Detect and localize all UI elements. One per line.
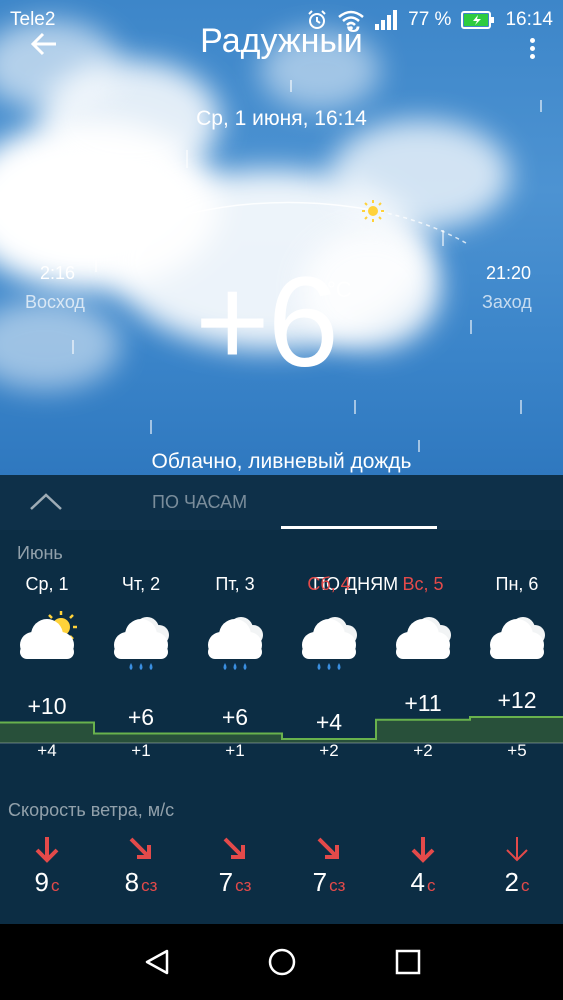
wind-speed: 9 — [34, 867, 49, 897]
day-column[interactable]: Чт, 2 — [94, 574, 188, 680]
rain-streak — [72, 340, 74, 354]
low-temperature: +4 — [37, 741, 57, 760]
wind-speed-label: Скорость ветра, м/с — [8, 800, 175, 820]
tab-hourly[interactable]: ПО ЧАСАМ — [152, 492, 247, 513]
day-name: Вс, 5 — [402, 574, 444, 594]
wind-direction: с — [426, 876, 436, 895]
wind-item: 8 сз — [94, 835, 188, 898]
high-temperature: +10 — [27, 692, 67, 719]
wind-direction-arrow-icon — [282, 835, 376, 863]
wind-item: 7 сз — [282, 835, 376, 898]
forecast-panel: ПО ЧАСАМ ПО ДНЯМ Июнь Ср, 1 Чт, 2 Пт, 3 … — [0, 475, 563, 924]
high-temperature: +4 — [315, 709, 343, 735]
cloud-bg — [0, 300, 120, 390]
temperature-band-segment — [0, 722, 94, 743]
wind-forecast-row: 9 с 8 сз 7 сз 7 сз 4 с 2 с — [0, 835, 563, 905]
cloud-rain-icon — [94, 605, 188, 680]
cloud-rain-icon — [282, 605, 376, 680]
temperature-band-segment — [470, 717, 563, 743]
temperature-band-segment — [376, 719, 470, 743]
nav-recents-icon[interactable] — [394, 948, 422, 976]
weather-header: Tele2 77 % 16:14 Радужный Ср, 1 июня, 16… — [0, 0, 563, 475]
cloud-rain-icon — [188, 605, 282, 680]
wind-direction: сз — [329, 876, 346, 895]
day-name: Сб, 4 — [307, 574, 351, 594]
wind-direction: сз — [141, 876, 158, 895]
day-name: Чт, 2 — [121, 574, 161, 594]
sunrise-time: 2:16 — [40, 263, 76, 283]
wind-speed-value: 4с — [376, 867, 470, 898]
low-temperature: +5 — [507, 741, 527, 760]
navigation-bar — [0, 924, 563, 1000]
wind-speed: 7 — [312, 867, 328, 897]
wind-item: 2с — [470, 835, 563, 898]
high-temperature: +12 — [497, 687, 537, 713]
high-temperature: +6 — [127, 703, 155, 730]
day-column[interactable]: Пн, 6 — [470, 574, 563, 680]
sun-path-arc — [103, 201, 467, 244]
day-column[interactable]: Вс, 5 — [376, 574, 470, 680]
wind-direction-arrow-icon — [94, 835, 188, 863]
wind-speed: 2 — [504, 867, 519, 897]
wind-speed-value: 9с — [0, 867, 94, 898]
wind-item: 4с — [376, 835, 470, 898]
day-name: Пн, 6 — [495, 574, 539, 594]
wind-direction: с — [50, 876, 60, 895]
day-name: Ср, 1 — [25, 574, 69, 594]
sunrise-label: Восход — [25, 292, 85, 312]
wind-direction: сз — [235, 876, 252, 895]
active-tab-indicator — [281, 526, 437, 529]
current-temperature: +6 — [195, 251, 339, 394]
day-column[interactable]: Пт, 3 — [188, 574, 282, 680]
low-temperature: +2 — [319, 741, 339, 760]
sunset-time: 21:20 — [486, 263, 532, 283]
sun-position-icon — [362, 200, 384, 222]
low-temperature: +1 — [225, 741, 245, 760]
wind-item: 9с — [0, 835, 94, 898]
forecast-tabs: ПО ЧАСАМ ПО ДНЯМ — [0, 475, 563, 594]
high-temperature: +6 — [221, 703, 249, 730]
wind-speed-value: 8 сз — [94, 867, 188, 898]
wind-speed: 4 — [410, 867, 425, 897]
rain-streak — [354, 400, 356, 414]
weather-condition: Облачно, ливневый дождь — [151, 450, 412, 473]
wind-item: 7 сз — [188, 835, 282, 898]
day-column[interactable]: Сб, 4 — [282, 574, 376, 680]
month-label: Июнь — [17, 543, 63, 563]
cloud-icon — [376, 605, 470, 680]
wind-direction-arrow-icon — [0, 835, 94, 863]
rain-streak — [95, 260, 97, 272]
nav-home-icon[interactable] — [268, 948, 296, 976]
wind-speed: 7 — [218, 867, 234, 897]
wind-direction: с — [520, 876, 530, 895]
wind-direction-arrow-icon — [376, 835, 470, 863]
wind-direction-arrow-icon — [188, 835, 282, 863]
partly-cloudy-sun-icon — [0, 605, 94, 680]
rain-streak — [150, 420, 152, 434]
sunset-label: Заход — [482, 292, 532, 312]
temperature-chart: +10 +4 +6 +1 +6 +1 +4 +2 +11 +2 +12 +5 — [0, 687, 563, 785]
wind-direction-arrow-icon — [470, 835, 563, 863]
rain-streak — [470, 320, 472, 334]
low-temperature: +1 — [131, 741, 151, 760]
day-column[interactable]: Ср, 1 — [0, 574, 94, 680]
nav-back-icon[interactable] — [143, 948, 171, 976]
chevron-up-icon[interactable] — [28, 489, 64, 515]
wind-speed-value: 7 сз — [282, 867, 376, 898]
wind-speed-value: 7 сз — [188, 867, 282, 898]
daily-forecast-row: Ср, 1 Чт, 2 Пт, 3 Сб, 4 Вс, 5 Пн, 6 — [0, 574, 563, 674]
rain-streak — [520, 400, 522, 414]
wind-speed: 8 — [124, 867, 140, 897]
low-temperature: +2 — [413, 741, 433, 760]
high-temperature: +11 — [404, 689, 442, 716]
day-name: Пт, 3 — [215, 574, 255, 594]
temperature-unit: °C — [327, 277, 352, 302]
wind-speed-value: 2с — [470, 867, 563, 898]
cloud-icon — [470, 605, 563, 680]
